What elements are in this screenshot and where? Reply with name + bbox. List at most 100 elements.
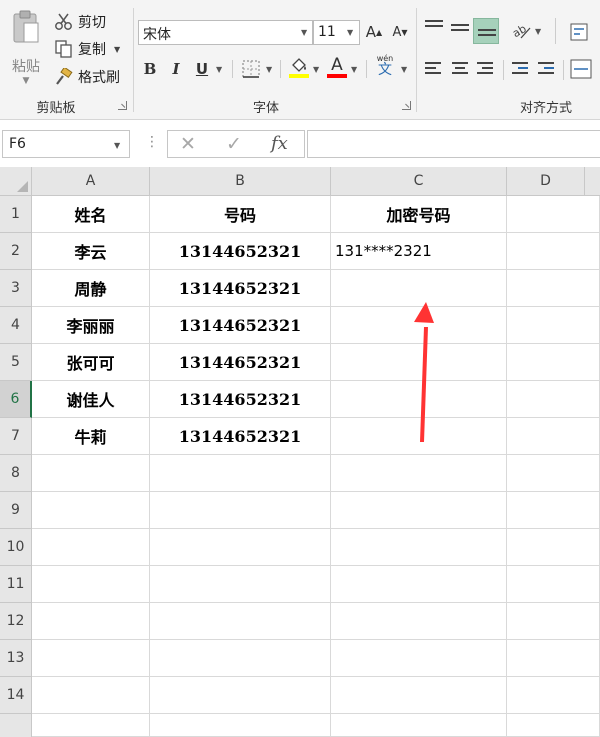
cell-c8[interactable] (331, 455, 507, 492)
cell-c3[interactable] (331, 270, 507, 307)
cell-b11[interactable] (150, 566, 331, 603)
chevron-down-icon[interactable]: ▼ (114, 141, 120, 150)
cell-c15[interactable] (331, 714, 507, 737)
insert-function-icon[interactable]: fx (271, 133, 288, 154)
cell-c6[interactable] (331, 381, 507, 418)
chevron-down-icon[interactable]: ▼ (535, 27, 541, 36)
cell-b15[interactable] (150, 714, 331, 737)
row-header-9[interactable]: 9 (0, 492, 32, 529)
cell-d2[interactable] (507, 233, 600, 270)
cell-b10[interactable] (150, 529, 331, 566)
cell-d14[interactable] (507, 677, 600, 714)
chevron-down-icon[interactable]: ▼ (216, 65, 222, 74)
copy-dropdown-icon[interactable]: ▼ (114, 45, 120, 54)
cell-b3[interactable]: 13144652321 (150, 270, 331, 307)
cell-c5[interactable] (331, 344, 507, 381)
cell-a14[interactable] (32, 677, 150, 714)
column-header-d[interactable]: D (507, 167, 585, 196)
chevron-down-icon[interactable]: ▼ (266, 65, 272, 74)
orientation-button[interactable]: ab (510, 18, 532, 42)
phonetic-guide-button[interactable]: wén 文 (374, 54, 396, 78)
cell-b7[interactable]: 13144652321 (150, 418, 331, 455)
cell-a9[interactable] (32, 492, 150, 529)
cell-a6[interactable]: 谢佳人 (32, 381, 150, 418)
row-header-10[interactable]: 10 (0, 529, 32, 566)
cell-c9[interactable] (331, 492, 507, 529)
cell-a5[interactable]: 张可可 (32, 344, 150, 381)
cell-c1[interactable]: 加密号码 (331, 196, 507, 233)
row-header-13[interactable]: 13 (0, 640, 32, 677)
cell-c2[interactable]: 131****2321 (331, 233, 507, 270)
cell-c12[interactable] (331, 603, 507, 640)
cell-d13[interactable] (507, 640, 600, 677)
row-header-6[interactable]: 6 (0, 381, 32, 418)
row-header-11[interactable]: 11 (0, 566, 32, 603)
column-header-b[interactable]: B (150, 167, 331, 196)
top-align-button[interactable] (425, 20, 443, 34)
column-header-e[interactable] (585, 167, 600, 196)
more-options-icon[interactable]: ⋮ (145, 134, 159, 150)
cell-b13[interactable] (150, 640, 331, 677)
shrink-font-button[interactable]: A ▼ (390, 20, 410, 44)
font-launcher-icon[interactable] (402, 101, 411, 110)
middle-align-button[interactable] (451, 24, 469, 38)
row-header-1[interactable]: 1 (0, 196, 32, 233)
format-painter-button[interactable]: 格式刷 (54, 66, 120, 88)
cell-c4[interactable] (331, 307, 507, 344)
name-box[interactable]: F6 (2, 130, 130, 158)
font-color-button[interactable]: A (326, 55, 348, 79)
cell-b12[interactable] (150, 603, 331, 640)
cell-d9[interactable] (507, 492, 600, 529)
align-center-button[interactable] (451, 62, 469, 76)
cancel-icon[interactable]: ✕ (180, 133, 196, 155)
cell-a8[interactable] (32, 455, 150, 492)
cell-d7[interactable] (507, 418, 600, 455)
cell-a1[interactable]: 姓名 (32, 196, 150, 233)
border-button[interactable] (240, 57, 262, 81)
column-header-c[interactable]: C (331, 167, 507, 196)
grow-font-button[interactable]: A ▲ (364, 20, 384, 44)
decrease-indent-button[interactable] (512, 62, 530, 76)
cell-c13[interactable] (331, 640, 507, 677)
cell-b4[interactable]: 13144652321 (150, 307, 331, 344)
cell-b5[interactable]: 13144652321 (150, 344, 331, 381)
bold-button[interactable]: B (141, 57, 159, 81)
cell-a10[interactable] (32, 529, 150, 566)
cell-a13[interactable] (32, 640, 150, 677)
cell-c11[interactable] (331, 566, 507, 603)
cell-a11[interactable] (32, 566, 150, 603)
cell-a15[interactable] (32, 714, 150, 737)
row-header-3[interactable]: 3 (0, 270, 32, 307)
chevron-down-icon[interactable]: ▼ (347, 28, 353, 37)
column-header-a[interactable]: A (32, 167, 150, 196)
increase-indent-button[interactable] (538, 62, 556, 76)
chevron-down-icon[interactable]: ▼ (313, 65, 319, 74)
row-header-8[interactable]: 8 (0, 455, 32, 492)
clipboard-launcher-icon[interactable] (118, 101, 127, 110)
underline-button[interactable]: U (193, 57, 211, 81)
cell-d15[interactable] (507, 714, 600, 737)
cell-d10[interactable] (507, 529, 600, 566)
cell-d12[interactable] (507, 603, 600, 640)
cell-b8[interactable] (150, 455, 331, 492)
cell-b6[interactable]: 13144652321 (150, 381, 331, 418)
chevron-down-icon[interactable]: ▼ (351, 65, 357, 74)
cell-c10[interactable] (331, 529, 507, 566)
cell-b14[interactable] (150, 677, 331, 714)
cell-d3[interactable] (507, 270, 600, 307)
cell-a2[interactable]: 李云 (32, 233, 150, 270)
enter-icon[interactable]: ✓ (226, 133, 242, 155)
copy-button[interactable]: 复制 ▼ (54, 38, 120, 60)
cell-a7[interactable]: 牛莉 (32, 418, 150, 455)
cell-a3[interactable]: 周静 (32, 270, 150, 307)
cell-d6[interactable] (507, 381, 600, 418)
paste-button[interactable]: 粘贴 ▼ (4, 6, 48, 92)
formula-input[interactable] (307, 130, 600, 158)
cell-d11[interactable] (507, 566, 600, 603)
merge-center-button[interactable] (570, 57, 596, 81)
italic-button[interactable]: I (168, 57, 184, 81)
cut-button[interactable]: 剪切 (54, 11, 106, 33)
cell-d4[interactable] (507, 307, 600, 344)
fill-color-button[interactable] (288, 55, 310, 79)
row-header-7[interactable]: 7 (0, 418, 32, 455)
